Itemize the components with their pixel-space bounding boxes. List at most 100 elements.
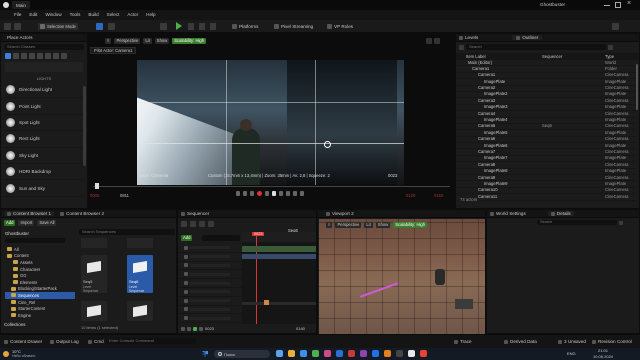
file-explorer-icon[interactable]	[276, 350, 283, 357]
menu-item[interactable]: Help	[146, 12, 155, 17]
folder-item[interactable]: Cine_Ref	[5, 299, 75, 306]
go-start-icon[interactable]	[236, 191, 240, 196]
folder-item[interactable]: Assets	[5, 259, 75, 266]
actor-item[interactable]: Directional Light	[3, 82, 83, 99]
levels-tab[interactable]: Levels	[459, 35, 478, 40]
col-item-label[interactable]: Item Label	[456, 54, 522, 59]
cinematic-icon[interactable]	[37, 53, 43, 59]
shot-track-bar[interactable]	[242, 254, 316, 259]
loop-icon[interactable]	[300, 191, 304, 196]
lights-icon[interactable]	[21, 53, 27, 59]
seq-camera-icon[interactable]	[190, 221, 196, 227]
seq-options-icon[interactable]	[208, 221, 214, 227]
folder-item[interactable]: Sequences	[5, 292, 75, 299]
seq-play-icon[interactable]	[193, 326, 197, 331]
prev-key-icon[interactable]	[243, 191, 247, 196]
show-button[interactable]: Show	[154, 38, 170, 44]
prop-mesh[interactable]	[455, 299, 473, 309]
play-reverse-icon[interactable]	[265, 191, 269, 196]
seq-next-icon[interactable]	[199, 326, 203, 331]
sequencer-timeline[interactable]: 0023	[242, 232, 316, 324]
recent-icon[interactable]	[5, 53, 11, 59]
actor-item[interactable]: Point Light	[3, 98, 83, 115]
spotify-icon[interactable]	[312, 350, 319, 357]
sequencer-tab[interactable]: Sequencer	[178, 210, 316, 218]
sequencer-track[interactable]	[178, 297, 242, 306]
folder-item[interactable]: Content	[5, 253, 75, 260]
asset-tile-seq7[interactable]	[81, 301, 107, 321]
seq-prev-icon[interactable]	[187, 326, 191, 331]
folder-item[interactable]: Elements	[5, 279, 75, 286]
pixel-streaming-button[interactable]: Pixel Streaming	[274, 24, 313, 29]
menu-item[interactable]: Tools	[70, 12, 81, 17]
asset-tile-seq6[interactable]: Seq6 Level Sequence	[127, 255, 153, 293]
place-actors-tab[interactable]: Place Actors	[1, 34, 87, 42]
launch-options-icon[interactable]	[210, 23, 216, 30]
seq-search-input[interactable]	[202, 235, 240, 241]
visual-effects-icon[interactable]	[45, 53, 51, 59]
actor-item[interactable]: Sun and Sky	[3, 180, 83, 197]
content-icon[interactable]	[14, 23, 21, 30]
vp-roles-button[interactable]: VP Roles	[327, 24, 353, 29]
sequencer-track[interactable]	[178, 244, 242, 253]
add-filter-icon[interactable]	[459, 44, 464, 50]
unsaved-button[interactable]: 3 Unsaved	[558, 339, 586, 344]
details-tab[interactable]: Details	[547, 211, 574, 216]
main-viewport[interactable]: ≡ Perspective Lit Show Scalability: High…	[88, 33, 455, 209]
details-settings-icon[interactable]	[619, 220, 623, 225]
media-encoder-icon[interactable]	[360, 350, 367, 357]
folder-icon[interactable]	[288, 350, 295, 357]
chrome-icon[interactable]	[372, 350, 379, 357]
menu-item[interactable]: Edit	[29, 12, 37, 17]
viewport2-tab[interactable]: Viewport 2	[318, 210, 485, 218]
content-root-label[interactable]: Ghostbuster	[5, 231, 29, 236]
stop-icon[interactable]	[199, 23, 205, 30]
world-settings-tab[interactable]: World Settings	[490, 211, 526, 216]
save-all-button[interactable]: Save All	[37, 220, 57, 226]
prev-frame-icon[interactable]	[250, 191, 254, 196]
cinematics-icon[interactable]	[108, 23, 115, 30]
photoshop-icon[interactable]	[336, 350, 343, 357]
go-end-icon[interactable]	[293, 191, 297, 196]
next-frame-icon[interactable]	[279, 191, 283, 196]
folder-item[interactable]: Characters	[5, 266, 75, 273]
camera-cut-bar[interactable]	[242, 246, 316, 252]
camera-speed-icon[interactable]	[434, 38, 440, 44]
after-effects-icon[interactable]	[348, 350, 355, 357]
sequencer-track[interactable]	[178, 279, 242, 288]
menu-item[interactable]: File	[14, 12, 21, 17]
actor-item[interactable]: Rect Light	[3, 131, 83, 148]
premiere-icon[interactable]	[324, 350, 331, 357]
sequencer-track[interactable]	[178, 253, 242, 262]
minimize-icon[interactable]	[604, 5, 610, 6]
trace-button[interactable]: Trace	[454, 339, 472, 344]
output-log-button[interactable]: Output Log	[50, 339, 79, 344]
close-icon[interactable]: ×	[627, 0, 631, 7]
vp2-scalability-button[interactable]: Scalability: High	[393, 222, 428, 228]
volumes-icon[interactable]	[53, 53, 59, 59]
sequencer-track[interactable]	[178, 270, 242, 280]
folder-item[interactable]: Engine	[5, 312, 75, 319]
collections-header[interactable]: Collections	[4, 322, 25, 327]
console-command-input[interactable]: Enter Console Command	[106, 338, 196, 344]
record-icon[interactable]	[257, 191, 262, 196]
derived-data-button[interactable]: Derived Data	[504, 339, 537, 344]
play-forward-icon[interactable]	[272, 191, 276, 196]
weather-icon[interactable]	[3, 351, 9, 357]
timeline-playhead[interactable]	[95, 183, 99, 189]
unreal-icon[interactable]	[396, 350, 403, 357]
all-classes-icon[interactable]	[61, 53, 67, 59]
play-icon[interactable]	[176, 22, 182, 30]
asset-tile-top-1[interactable]	[81, 238, 107, 248]
language-indicator[interactable]: ENG	[567, 351, 576, 356]
content-browser-1-tab[interactable]: Content Browser 1	[4, 211, 55, 216]
menu-item[interactable]: Actor	[127, 12, 138, 17]
vp2-perspective-button[interactable]: Perspective	[335, 222, 362, 228]
basic-icon[interactable]	[13, 53, 19, 59]
recorder-icon[interactable]	[420, 350, 427, 357]
place-actors-scrollbar[interactable]	[83, 86, 86, 166]
lit-button[interactable]: Lit	[143, 38, 152, 44]
cmd-selector[interactable]: Cmd	[88, 339, 104, 344]
key-marker[interactable]	[264, 300, 269, 305]
blueprint-icon[interactable]	[96, 23, 103, 30]
